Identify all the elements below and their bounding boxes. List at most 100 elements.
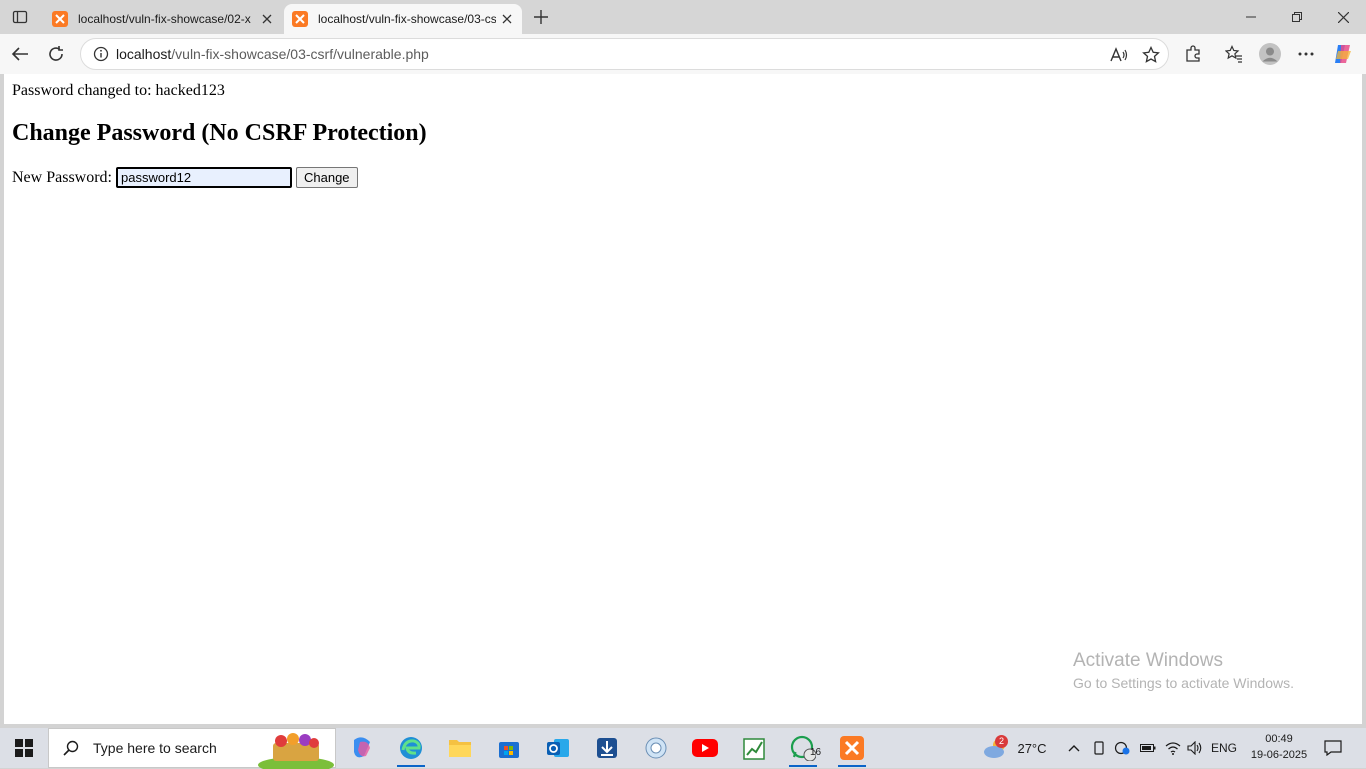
page-content: Password changed to: hacked123 Change Pa… (4, 74, 1362, 724)
recorder-icon (645, 737, 667, 759)
tray-volume[interactable] (1185, 728, 1205, 768)
taskbar-outlook[interactable] (534, 728, 582, 768)
site-info-icon[interactable] (91, 46, 111, 62)
download-icon (597, 738, 617, 758)
wifi-icon (1165, 742, 1181, 755)
tray-language[interactable]: ENG (1207, 728, 1241, 768)
search-placeholder: Type here to search (93, 740, 217, 756)
start-button[interactable] (0, 728, 48, 768)
new-password-input[interactable]: password12 (116, 167, 292, 188)
copilot-button[interactable] (1329, 40, 1357, 68)
avatar-icon (1259, 43, 1281, 65)
watermark-subtitle: Go to Settings to activate Windows. (1073, 675, 1294, 691)
youtube-icon (692, 739, 718, 757)
xampp-icon (52, 11, 68, 27)
clock[interactable]: 00:49 19-06-2025 (1246, 731, 1312, 763)
taskbar-search[interactable]: Type here to search (48, 728, 336, 769)
tab-title: localhost/vuln-fix-showcase/03-cs (318, 12, 496, 26)
tray-device[interactable] (1090, 728, 1108, 768)
url-path: /vuln-fix-showcase/03-csrf/vulnerable.ph… (171, 46, 429, 62)
xampp-icon (840, 736, 864, 760)
password-label: New Password: (12, 168, 112, 186)
whatsapp-badge-count: 16 (810, 747, 822, 758)
activate-windows-watermark: Activate Windows Go to Settings to activ… (1073, 650, 1294, 691)
status-message: Password changed to: hacked123 (12, 82, 225, 99)
notifications-button[interactable] (1318, 728, 1348, 768)
xampp-icon (292, 11, 308, 27)
battery-icon (1140, 744, 1156, 752)
network-status-icon (1114, 741, 1130, 755)
tray-battery[interactable] (1138, 728, 1158, 768)
favorite-star-icon[interactable] (1139, 43, 1163, 67)
language-label: ENG (1210, 741, 1237, 755)
back-button[interactable] (6, 40, 34, 68)
minimize-button[interactable] (1228, 0, 1274, 34)
tab-02[interactable]: localhost/vuln-fix-showcase/02-x (44, 4, 282, 34)
taskbar: Type here to search 16 27°C 2 ENG 00:49 … (0, 728, 1366, 769)
close-icon[interactable] (256, 8, 278, 30)
refresh-icon (49, 46, 63, 61)
tab-bar: localhost/vuln-fix-showcase/02-x localho… (0, 0, 1366, 34)
taskbar-copilot[interactable] (338, 728, 386, 768)
edge-icon (400, 737, 422, 759)
ellipsis-icon (1298, 52, 1314, 56)
profile-button[interactable] (1256, 40, 1284, 68)
more-menu-button[interactable] (1292, 40, 1320, 68)
watermark-title: Activate Windows (1073, 650, 1223, 671)
extensions-button[interactable] (1179, 40, 1207, 68)
tray-network-status[interactable] (1112, 728, 1132, 768)
taskbar-xampp[interactable] (828, 728, 876, 768)
tab-actions-button[interactable] (0, 0, 40, 34)
taskbar-store[interactable] (485, 728, 533, 768)
page-heading: Change Password (No CSRF Protection) (12, 120, 427, 146)
device-icon (1094, 741, 1104, 755)
store-icon (499, 742, 519, 758)
taskbar-downloads[interactable] (583, 728, 631, 768)
restore-icon (1292, 12, 1302, 22)
weather-temp: 27°C (1017, 740, 1047, 756)
show-hidden-icons[interactable] (1064, 728, 1084, 768)
copilot-icon (1335, 45, 1351, 63)
taskbar-edge[interactable] (387, 728, 435, 768)
tray-wifi[interactable] (1163, 728, 1183, 768)
volume-icon (1187, 741, 1202, 755)
outlook-icon (547, 739, 569, 757)
notification-icon (1324, 740, 1342, 756)
tab-title: localhost/vuln-fix-showcase/02-x (78, 12, 251, 26)
taskbar-chart-app[interactable] (730, 728, 778, 768)
browser-toolbar: localhost/vuln-fix-showcase/03-csrf/vuln… (0, 34, 1366, 74)
search-icon (63, 740, 79, 756)
url-host: localhost (116, 46, 172, 62)
back-arrow-icon (11, 47, 28, 61)
close-icon[interactable] (496, 8, 518, 30)
taskbar-recorder[interactable] (632, 728, 680, 768)
chart-app-icon (743, 738, 765, 760)
close-icon (1337, 11, 1349, 23)
favorites-icon (1225, 45, 1242, 63)
read-aloud-icon[interactable] (1107, 43, 1131, 67)
plus-icon (534, 10, 548, 24)
close-window-button[interactable] (1320, 0, 1366, 34)
puzzle-icon (1186, 45, 1200, 62)
fruit-basket-icon (258, 733, 334, 769)
change-password-form: New Password: password12 Change (12, 167, 358, 188)
copilot-icon (354, 737, 370, 758)
weather-widget[interactable]: 27°C (980, 728, 1050, 768)
clock-date: 19-06-2025 (1250, 749, 1308, 761)
folder-icon (449, 740, 471, 757)
restore-button[interactable] (1274, 0, 1320, 34)
chevron-up-icon (1068, 745, 1080, 752)
weather-badge: 2 (995, 735, 1008, 748)
windows-logo-icon (15, 739, 33, 757)
taskbar-youtube[interactable] (681, 728, 729, 768)
minimize-icon (1246, 16, 1256, 18)
address-bar[interactable]: localhost/vuln-fix-showcase/03-csrf/vuln… (80, 38, 1169, 70)
clock-time: 00:49 (1265, 733, 1293, 745)
change-button[interactable]: Change (296, 167, 358, 188)
taskbar-file-explorer[interactable] (436, 728, 484, 768)
new-tab-button[interactable] (528, 4, 554, 30)
tab-actions-icon (12, 10, 28, 24)
tab-03[interactable]: localhost/vuln-fix-showcase/03-cs (284, 4, 522, 34)
favorites-button[interactable] (1220, 40, 1248, 68)
refresh-button[interactable] (42, 40, 70, 68)
